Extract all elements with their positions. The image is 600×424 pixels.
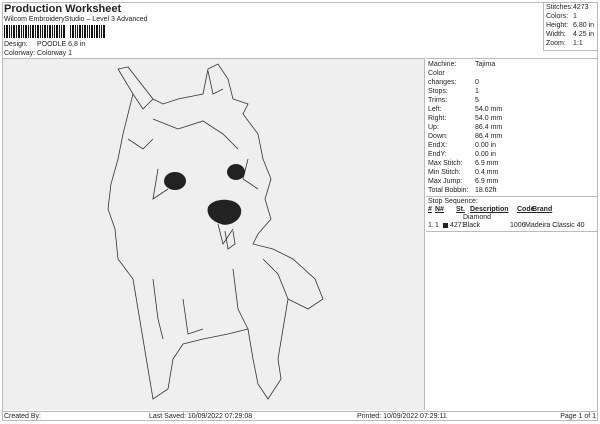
row-brand: Madeira Classic 40	[525, 222, 585, 229]
info-value: 0.00 in	[475, 151, 497, 158]
info-row: Max Jump: 6.9 mm	[428, 177, 596, 186]
stop-sequence-header: # N# St. Description CodeBrand	[428, 206, 596, 214]
info-row: Total Bobbin: 18.62ft	[428, 186, 596, 195]
col-num: #	[428, 206, 432, 213]
info-label: Trims:	[428, 97, 448, 104]
created-by: Created By:	[4, 413, 41, 420]
info-label: Max Stitch:	[428, 160, 463, 167]
info-label: Total Bobbin:	[428, 187, 469, 194]
dog-embroidery-drawing	[107, 63, 324, 400]
row-code: 1006	[510, 222, 526, 229]
info-value: 18.62ft	[475, 187, 497, 194]
stat-label: Height:	[546, 22, 569, 29]
info-label: Max Jump:	[428, 178, 463, 185]
colorway-label: Colorway:	[4, 50, 36, 57]
info-row: Machine: Tajima	[428, 60, 596, 69]
info-value: Tajima	[475, 61, 496, 68]
stat-row: Width: 4.25 in	[546, 30, 596, 39]
stats-box: Stitches:4273 Colors: 1 Height: 6.80 in Width…	[543, 2, 598, 51]
design-label: Design:	[4, 41, 28, 48]
info-row: Up: 86.4 mm	[428, 123, 596, 132]
info-value: 0.4 mm	[475, 169, 499, 176]
stat-label: Colors:	[546, 13, 569, 20]
software-name: Wilcom EmbroideryStudio – Level 3 Advanc…	[4, 16, 148, 23]
last-saved: Last Saved: 10/09/2022 07:29:08	[149, 413, 253, 420]
info-value: 5	[475, 97, 479, 104]
row-description: Diamond Black	[463, 214, 492, 229]
info-row: EndX: 0.00 in	[428, 141, 596, 150]
row-st: 4271	[450, 222, 466, 229]
row-n: 1	[435, 222, 439, 229]
info-value: 1	[475, 88, 479, 95]
colorway-row: Colorway: Colorway 1	[4, 49, 72, 58]
info-value: 86.4 mm	[475, 124, 503, 131]
info-value: 0	[475, 79, 479, 86]
barcode	[4, 25, 105, 38]
col-n: N#	[435, 206, 444, 213]
stop-sequence-label: Stop Sequence:	[428, 198, 478, 205]
stat-label: Width:	[546, 31, 566, 38]
stat-label: Zoom:	[546, 40, 566, 47]
info-label: EndY:	[428, 151, 447, 158]
stat-label: Stitches:	[546, 4, 573, 11]
info-row: Down: 86.4 mm	[428, 132, 596, 141]
printed-date: Printed: 10/09/2022 07:29:11	[357, 413, 447, 420]
info-value: 86.4 mm	[475, 133, 503, 140]
stat-value: 4.25 in	[573, 31, 595, 38]
info-label: EndX:	[428, 142, 448, 149]
info-row: Left: 54.0 mm	[428, 105, 596, 114]
design-preview	[3, 58, 425, 410]
row-num: 1.	[428, 222, 434, 229]
info-row: Trims: 5	[428, 96, 596, 105]
info-value: 6.9 mm	[475, 160, 499, 167]
col-description: Description	[470, 206, 509, 213]
col-code: Code	[517, 206, 535, 213]
stat-row: Colors: 1	[546, 12, 596, 21]
info-row: Min Stitch: 0.4 mm	[428, 168, 596, 177]
info-value: 0.00 in	[475, 142, 497, 149]
footer: Created By: Last Saved: 10/09/2022 07:29…	[2, 411, 598, 421]
machine-info: Machine: Tajima Color changes: 0 Stops: 1 Trim…	[426, 59, 598, 196]
info-row: Max Stitch: 6.9 mm	[428, 159, 596, 168]
stop-sequence: Stop Sequence: # N# St. Description CodeBran…	[426, 196, 598, 232]
info-label: Stops:	[428, 88, 448, 95]
stat-row: Stitches:4273	[546, 3, 596, 12]
stat-row: Height: 6.80 in	[546, 21, 596, 30]
info-label: Down:	[428, 133, 448, 140]
stat-row: Zoom: 1:1	[546, 39, 596, 48]
page-title: Production Worksheet	[4, 3, 122, 15]
info-row: Color changes: 0	[428, 69, 596, 87]
col-st: St.	[456, 206, 465, 213]
stat-value: 6.80 in	[573, 22, 595, 29]
info-label: Left:	[428, 106, 442, 113]
info-value: 54.0 mm	[475, 106, 503, 113]
info-label: Up:	[428, 124, 439, 131]
info-row: Right: 54.0 mm	[428, 114, 596, 123]
page-number: Page 1 of 1	[560, 413, 596, 420]
info-panel: Machine: Tajima Color changes: 0 Stops: 1 Trim…	[426, 58, 598, 410]
col-brand: Brand	[532, 206, 553, 213]
info-label: Min Stitch:	[428, 169, 461, 176]
design-value: POODLE 6,8 in	[37, 41, 86, 48]
table-row: 1.1 4271Diamond Black 1006Madeira Classic …	[428, 214, 596, 230]
info-row: EndY: 0.00 in	[428, 150, 596, 159]
info-label: Machine:	[428, 61, 457, 68]
stat-value: 1	[573, 13, 577, 20]
info-value: 54.0 mm	[475, 115, 503, 122]
info-label: Color changes:	[428, 70, 457, 86]
colorway-value: Colorway 1	[37, 50, 73, 57]
stat-value: 4273	[573, 4, 589, 11]
info-value: 6.9 mm	[475, 178, 499, 185]
design-row: Design: POODLE 6,8 in	[4, 40, 85, 49]
stat-value: 1:1	[573, 40, 583, 47]
info-label: Right:	[428, 115, 447, 122]
info-row: Stops: 1	[428, 87, 596, 96]
